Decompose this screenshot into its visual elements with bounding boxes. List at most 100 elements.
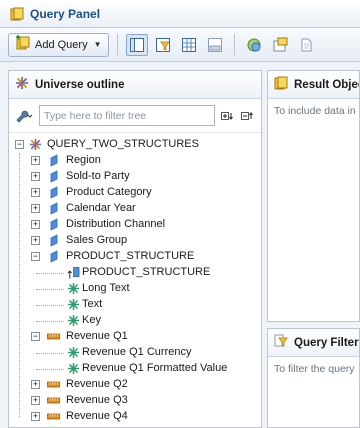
dimension-icon — [47, 250, 60, 263]
grid-view-button[interactable] — [178, 34, 200, 56]
collapse-toggle-icon[interactable]: − — [31, 252, 40, 261]
tree-item[interactable]: + Product Category — [9, 185, 261, 201]
add-query-button[interactable]: Add Query ▼ — [8, 32, 109, 57]
tree-item[interactable]: + Sold-to Party — [9, 169, 261, 185]
tree-item-label: Region — [66, 154, 101, 166]
tree-item[interactable]: + Revenue Q3 — [9, 393, 261, 409]
expand-toggle-icon[interactable]: + — [31, 236, 40, 245]
chevron-down-icon: ▼ — [93, 40, 102, 49]
properties-button[interactable] — [269, 34, 291, 56]
measure-icon — [47, 378, 60, 391]
tree-item[interactable]: Text — [9, 297, 261, 313]
universe-outline-panel: Universe outline − — [8, 70, 262, 428]
tree-branch-line — [36, 289, 64, 290]
tree-item[interactable]: PRODUCT_STRUCTURE — [9, 265, 261, 281]
filter-tree-input[interactable] — [39, 105, 215, 126]
result-objects-hint: To include data in — [274, 105, 356, 117]
properties-icon — [273, 37, 288, 51]
dimension-icon — [47, 218, 60, 231]
tree-item-label: Distribution Channel — [66, 218, 166, 230]
measure-icon — [47, 394, 60, 407]
attribute-icon — [67, 282, 80, 295]
expand-toggle-icon[interactable]: + — [31, 412, 40, 421]
tree-branch-line — [36, 321, 64, 322]
tree-item[interactable]: + Sales Group — [9, 233, 261, 249]
document-icon — [301, 38, 312, 51]
toolbar: Add Query ▼ — [0, 28, 360, 62]
tree-item-label: PRODUCT_STRUCTURE — [82, 266, 211, 278]
tree-branch-line — [36, 273, 64, 274]
dimension-icon — [47, 186, 60, 199]
expand-toggle-icon[interactable]: + — [31, 188, 40, 197]
tree-item-label: Revenue Q4 — [66, 410, 128, 422]
toolbar-separator — [116, 33, 118, 56]
tree-item-label: Sales Group — [66, 234, 128, 246]
collapse-toggle-icon[interactable]: − — [15, 140, 24, 149]
tree-item[interactable]: + Revenue Q2 — [9, 377, 261, 393]
collapse-all-icon[interactable] — [241, 109, 255, 123]
universe-icon — [15, 76, 29, 93]
tree-item[interactable]: Long Text — [9, 281, 261, 297]
attribute-icon — [67, 314, 80, 327]
tree-item-label: PRODUCT_STRUCTURE — [66, 250, 195, 262]
toolbar-separator — [233, 33, 235, 56]
expand-toggle-icon[interactable]: + — [31, 220, 40, 229]
tree-item[interactable]: Key — [9, 313, 261, 329]
tree-item-label: Revenue Q1 Currency — [82, 346, 192, 358]
result-objects-title: Result Objec — [294, 78, 359, 91]
tree-item[interactable]: + Revenue Q4 — [9, 409, 261, 425]
attribute-icon — [67, 346, 80, 359]
refresh-button[interactable] — [243, 34, 265, 56]
expand-toggle-icon[interactable]: + — [31, 396, 40, 405]
attribute-icon — [67, 362, 80, 375]
layout-view-icon — [207, 37, 222, 52]
add-query-label: Add Query — [35, 38, 88, 51]
tree-item-label: Sold-to Party — [66, 170, 130, 182]
tree-item-label: Key — [82, 314, 101, 326]
measure-icon — [47, 330, 60, 343]
tree-item-label: Revenue Q1 Formatted Value — [82, 362, 228, 374]
tree-item-label: Revenue Q2 — [66, 378, 128, 390]
expand-toggle-icon[interactable]: + — [31, 172, 40, 181]
expand-toggle-icon[interactable]: + — [31, 380, 40, 389]
tree-item[interactable]: + Region — [9, 153, 261, 169]
tree-item[interactable]: Revenue Q1 Currency — [9, 345, 261, 361]
universe-tree: − QUERY_TWO_STRUCTURES + Region + Sold-to P… — [9, 133, 261, 425]
document-button[interactable] — [295, 34, 317, 56]
universe-outline-title: Universe outline — [35, 78, 125, 91]
outline-view-icon — [129, 37, 144, 52]
tree-item[interactable]: − PRODUCT_STRUCTURE — [9, 249, 261, 265]
tree-item[interactable]: + Distribution Channel — [9, 217, 261, 233]
result-objects-panel: Result Objec To include data in — [267, 70, 360, 322]
tree-item[interactable]: + Calendar Year — [9, 201, 261, 217]
tree-item-label: Long Text — [82, 282, 130, 294]
wrench-icon[interactable] — [15, 109, 33, 123]
dimension-icon — [47, 154, 60, 167]
tree-branch-line — [36, 369, 64, 370]
dimension-icon — [47, 170, 60, 183]
filter-tree-row — [9, 99, 261, 133]
collapse-toggle-icon[interactable]: − — [31, 332, 40, 341]
expand-toggle-icon[interactable]: + — [31, 156, 40, 165]
expand-toggle-icon[interactable]: + — [31, 204, 40, 213]
filter-view-icon — [155, 37, 170, 52]
tree-item[interactable]: Revenue Q1 Formatted Value — [9, 361, 261, 377]
hierarchy-icon — [67, 266, 80, 279]
universe-icon — [29, 138, 42, 151]
query-panel-icon — [10, 7, 24, 21]
attribute-icon — [67, 298, 80, 311]
dimension-icon — [47, 202, 60, 215]
tree-root[interactable]: − QUERY_TWO_STRUCTURES — [9, 137, 261, 153]
query-filters-hint: To filter the query — [274, 363, 355, 375]
result-objects-icon — [274, 76, 288, 93]
layout-view-button[interactable] — [204, 34, 226, 56]
window-title-bar: Query Panel — [0, 0, 360, 28]
tree-item-label: Product Category — [66, 186, 152, 198]
tree-branch-line — [36, 353, 64, 354]
query-filters-title: Query Filter — [294, 336, 359, 349]
tree-item[interactable]: − Revenue Q1 — [9, 329, 261, 345]
expand-all-icon[interactable] — [221, 109, 235, 123]
funnel-icon — [274, 334, 288, 351]
filter-view-button[interactable] — [152, 34, 174, 56]
outline-view-button[interactable] — [125, 33, 148, 56]
